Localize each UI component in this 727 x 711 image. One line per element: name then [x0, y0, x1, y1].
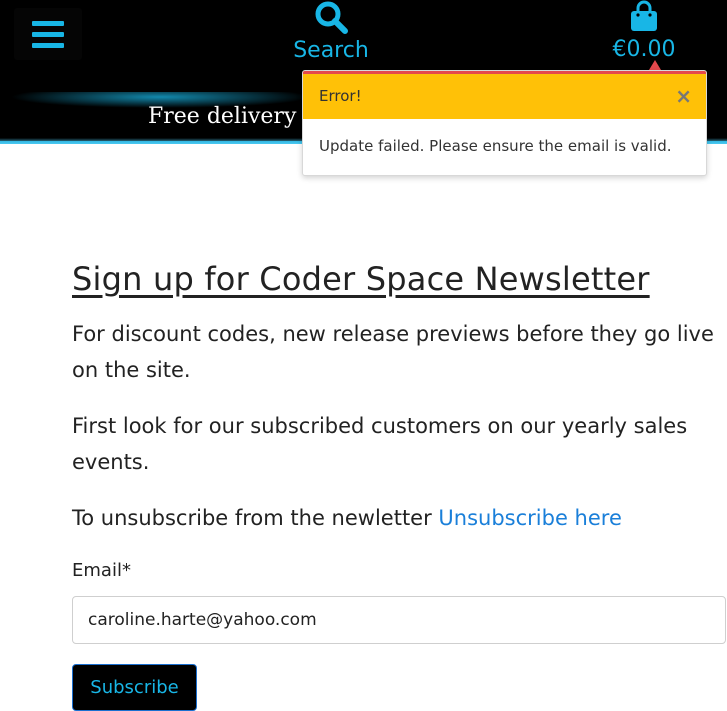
- toast-title: Error!: [319, 87, 362, 105]
- toast-arrow: [649, 60, 661, 70]
- shopping-bag-icon: [631, 0, 657, 31]
- newsletter-paragraph-2: First look for our subscribed customers …: [72, 414, 688, 474]
- unsubscribe-paragraph: To unsubscribe from the newletter Unsubs…: [72, 500, 727, 536]
- hamburger-menu-icon[interactable]: [14, 8, 82, 60]
- delivery-banner-text: Free delivery: [148, 104, 297, 129]
- cart-nav-item[interactable]: €0.00: [604, 0, 684, 70]
- unsubscribe-link[interactable]: Unsubscribe here: [438, 506, 621, 530]
- search-label: Search: [293, 38, 369, 63]
- unsubscribe-text: To unsubscribe from the newletter: [72, 506, 439, 530]
- newsletter-paragraph-1: For discount codes, new release previews…: [72, 322, 714, 382]
- cart-total: €0.00: [612, 37, 676, 62]
- menu-line: [32, 42, 64, 48]
- subscribe-button[interactable]: Subscribe: [72, 664, 197, 711]
- page-title: Sign up for Coder Space Newsletter: [72, 260, 650, 298]
- newsletter-section: Sign up for Coder Space Newsletter: [72, 260, 727, 298]
- email-label: Email*: [72, 560, 131, 581]
- search-nav-item[interactable]: Search: [288, 0, 374, 70]
- search-icon: [315, 1, 348, 34]
- email-field[interactable]: [72, 596, 726, 644]
- close-icon[interactable]: ×: [675, 84, 692, 108]
- error-toast: Error! × Update failed. Please ensure th…: [302, 70, 707, 176]
- toast-message: Update failed. Please ensure the email i…: [319, 137, 672, 155]
- menu-line: [32, 20, 64, 26]
- toast-header: Error! ×: [303, 71, 706, 119]
- menu-line: [32, 31, 64, 37]
